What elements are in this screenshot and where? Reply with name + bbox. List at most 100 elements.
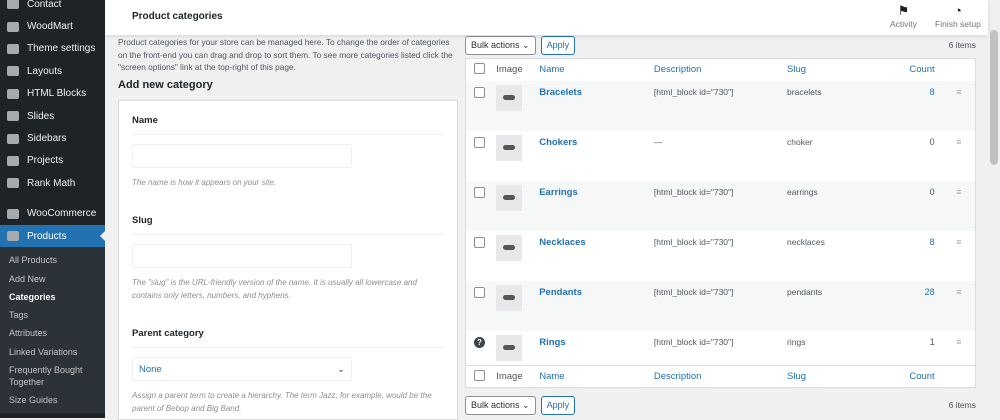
scrollbar[interactable] <box>988 0 1000 418</box>
table-row: Earrings [html_block id="730"] earrings … <box>465 180 976 231</box>
sidebar-item-rank-math[interactable]: Rank Math <box>0 172 105 194</box>
footer-col-name[interactable]: Name <box>539 366 654 388</box>
chevron-down-icon: ⌄ <box>522 39 530 50</box>
row-checkbox[interactable] <box>474 286 485 298</box>
items-count-bottom: 6 items <box>948 400 976 410</box>
category-description: [html_block id="730"] <box>653 80 788 131</box>
checkbox[interactable] <box>474 62 485 74</box>
category-slug: rings <box>787 336 806 347</box>
category-name-link[interactable]: Necklaces <box>539 237 585 248</box>
category-count[interactable]: 8 <box>889 231 942 281</box>
page-header: Product categories ⚑ Activity ◔ Finish set… <box>105 0 988 35</box>
category-count[interactable]: 1 <box>889 331 942 366</box>
parent-category-select[interactable]: None ⌄ <box>132 357 352 381</box>
footer-col-count[interactable]: Count <box>889 366 942 388</box>
woodmart-icon <box>7 21 19 32</box>
chevron-down-icon: ⌄ <box>337 363 345 375</box>
flag-icon: ⚑ <box>897 3 910 18</box>
category-name-link[interactable]: Pendants <box>539 287 582 298</box>
header-col-slug[interactable]: Slug <box>787 59 889 81</box>
footer-col-description[interactable]: Description <box>654 366 787 388</box>
table-row: Chokers — choker 0 ≡ <box>466 131 976 181</box>
category-name-link[interactable]: Chokers <box>539 137 577 148</box>
category-thumbnail <box>496 184 523 211</box>
header-select-all[interactable] <box>466 59 497 81</box>
sidebar-item-slides[interactable]: Slides <box>0 105 105 127</box>
parent-help: Assign a parent term to create a hierarc… <box>132 391 432 413</box>
row-checkbox[interactable] <box>474 136 485 148</box>
submenu-item-frequently-bought-together[interactable]: Frequently Bought Together <box>0 361 105 391</box>
submenu-item-categories[interactable]: Categories <box>0 288 105 306</box>
submenu-item-attributes[interactable]: Attributes <box>0 324 105 342</box>
footer-select-all[interactable] <box>466 366 497 388</box>
categories-table: Image Name Description Slug Count Bracelets … <box>465 58 976 388</box>
category-description: — <box>653 136 663 147</box>
category-count[interactable]: 8 <box>889 80 943 131</box>
sidebar-item-html-blocks[interactable]: HTML Blocks <box>0 83 105 105</box>
row-checkbox[interactable] <box>474 86 485 98</box>
category-name-link[interactable]: Bracelets <box>539 87 582 98</box>
bulk-actions-select[interactable]: Bulk actions ⌄ <box>465 35 536 55</box>
category-description: [html_block id="730"] <box>653 280 788 331</box>
drag-handle-icon[interactable]: ≡ <box>943 131 976 181</box>
box-icon <box>7 231 19 242</box>
category-slug: necklaces <box>787 236 825 247</box>
sidebar-icon <box>7 133 19 144</box>
header-col-name[interactable]: Name <box>539 59 654 81</box>
drag-handle-icon[interactable]: ≡ <box>943 231 976 281</box>
drag-handle-icon[interactable]: ≡ <box>942 180 976 231</box>
sidebar-item-contact[interactable]: Contact <box>0 0 105 15</box>
submenu-item-size-guides[interactable]: Size Guides <box>0 391 105 409</box>
category-description: [html_block id="730"] <box>653 336 734 347</box>
submenu-item-all-products[interactable]: All Products <box>0 251 105 269</box>
finish-setup-button[interactable]: ◔ Finish setup <box>935 3 981 29</box>
help-icon[interactable]: ? <box>474 336 485 348</box>
sidebar-item-theme-settings[interactable]: Theme settings <box>0 38 105 60</box>
footer-col-slug[interactable]: Slug <box>787 366 889 388</box>
submenu-item-tags[interactable]: Tags <box>0 306 105 324</box>
category-description: [html_block id="730"] <box>653 180 788 231</box>
category-description: [html_block id="730"] <box>653 236 734 247</box>
slides-icon <box>7 111 19 122</box>
row-checkbox[interactable] <box>474 186 485 198</box>
table-row: ? Rings [html_block id="730"] rings 1 ≡ <box>466 331 976 366</box>
page-title: Product categories <box>132 11 223 22</box>
checkbox[interactable] <box>474 369 485 381</box>
header-col-count[interactable]: Count <box>889 59 942 81</box>
top-tablenav: Bulk actions ⌄ Apply 6 items <box>465 34 976 56</box>
sliders-icon <box>7 43 19 54</box>
bulk-actions-select-bottom[interactable]: Bulk actions ⌄ <box>465 395 536 415</box>
slug-input[interactable] <box>132 244 352 268</box>
category-name-link[interactable]: Earrings <box>539 187 578 198</box>
activity-button[interactable]: ⚑ Activity <box>890 3 917 29</box>
submenu-item-add-new[interactable]: Add New <box>0 270 105 288</box>
items-count: 6 items <box>948 40 976 50</box>
apply-button[interactable]: Apply <box>540 35 576 55</box>
sidebar-item-sidebars[interactable]: Sidebars <box>0 127 105 149</box>
drag-handle-icon[interactable]: ≡ <box>942 80 976 131</box>
sidebar-item-layouts[interactable]: Layouts <box>0 60 105 82</box>
submenu-item-linked-variations[interactable]: Linked Variations <box>0 343 105 361</box>
sidebar-item-woocommerce[interactable]: WooCommerce <box>0 203 105 225</box>
sidebar-item-products[interactable]: Products <box>0 224 105 248</box>
sidebar-item-woodmart[interactable]: WoodMart <box>0 15 105 37</box>
category-count: 0 <box>889 180 943 231</box>
slug-help: The "slug" is the URL-friendly version o… <box>132 278 417 300</box>
chevron-down-icon: ⌄ <box>522 399 530 410</box>
add-category-panel: Product categories for your store can be… <box>118 36 458 420</box>
parent-label: Parent category <box>132 314 444 348</box>
table-row: Pendants [html_block id="730"] pendants … <box>465 280 976 331</box>
table-row: Bracelets [html_block id="730"] bracelet… <box>465 80 976 131</box>
drag-handle-icon[interactable]: ≡ <box>942 280 976 331</box>
category-slug: choker <box>787 136 813 147</box>
category-slug: pendants <box>787 280 890 331</box>
sidebar-item-projects[interactable]: Projects <box>0 150 105 172</box>
drag-handle-icon[interactable]: ≡ <box>943 331 976 366</box>
apply-button-bottom[interactable]: Apply <box>540 395 576 415</box>
category-name-link[interactable]: Rings <box>539 337 565 348</box>
category-count[interactable]: 28 <box>889 280 943 331</box>
header-col-description[interactable]: Description <box>654 59 787 81</box>
row-checkbox[interactable] <box>474 236 485 248</box>
scrollbar-thumb[interactable] <box>990 30 998 165</box>
name-input[interactable] <box>132 143 352 168</box>
